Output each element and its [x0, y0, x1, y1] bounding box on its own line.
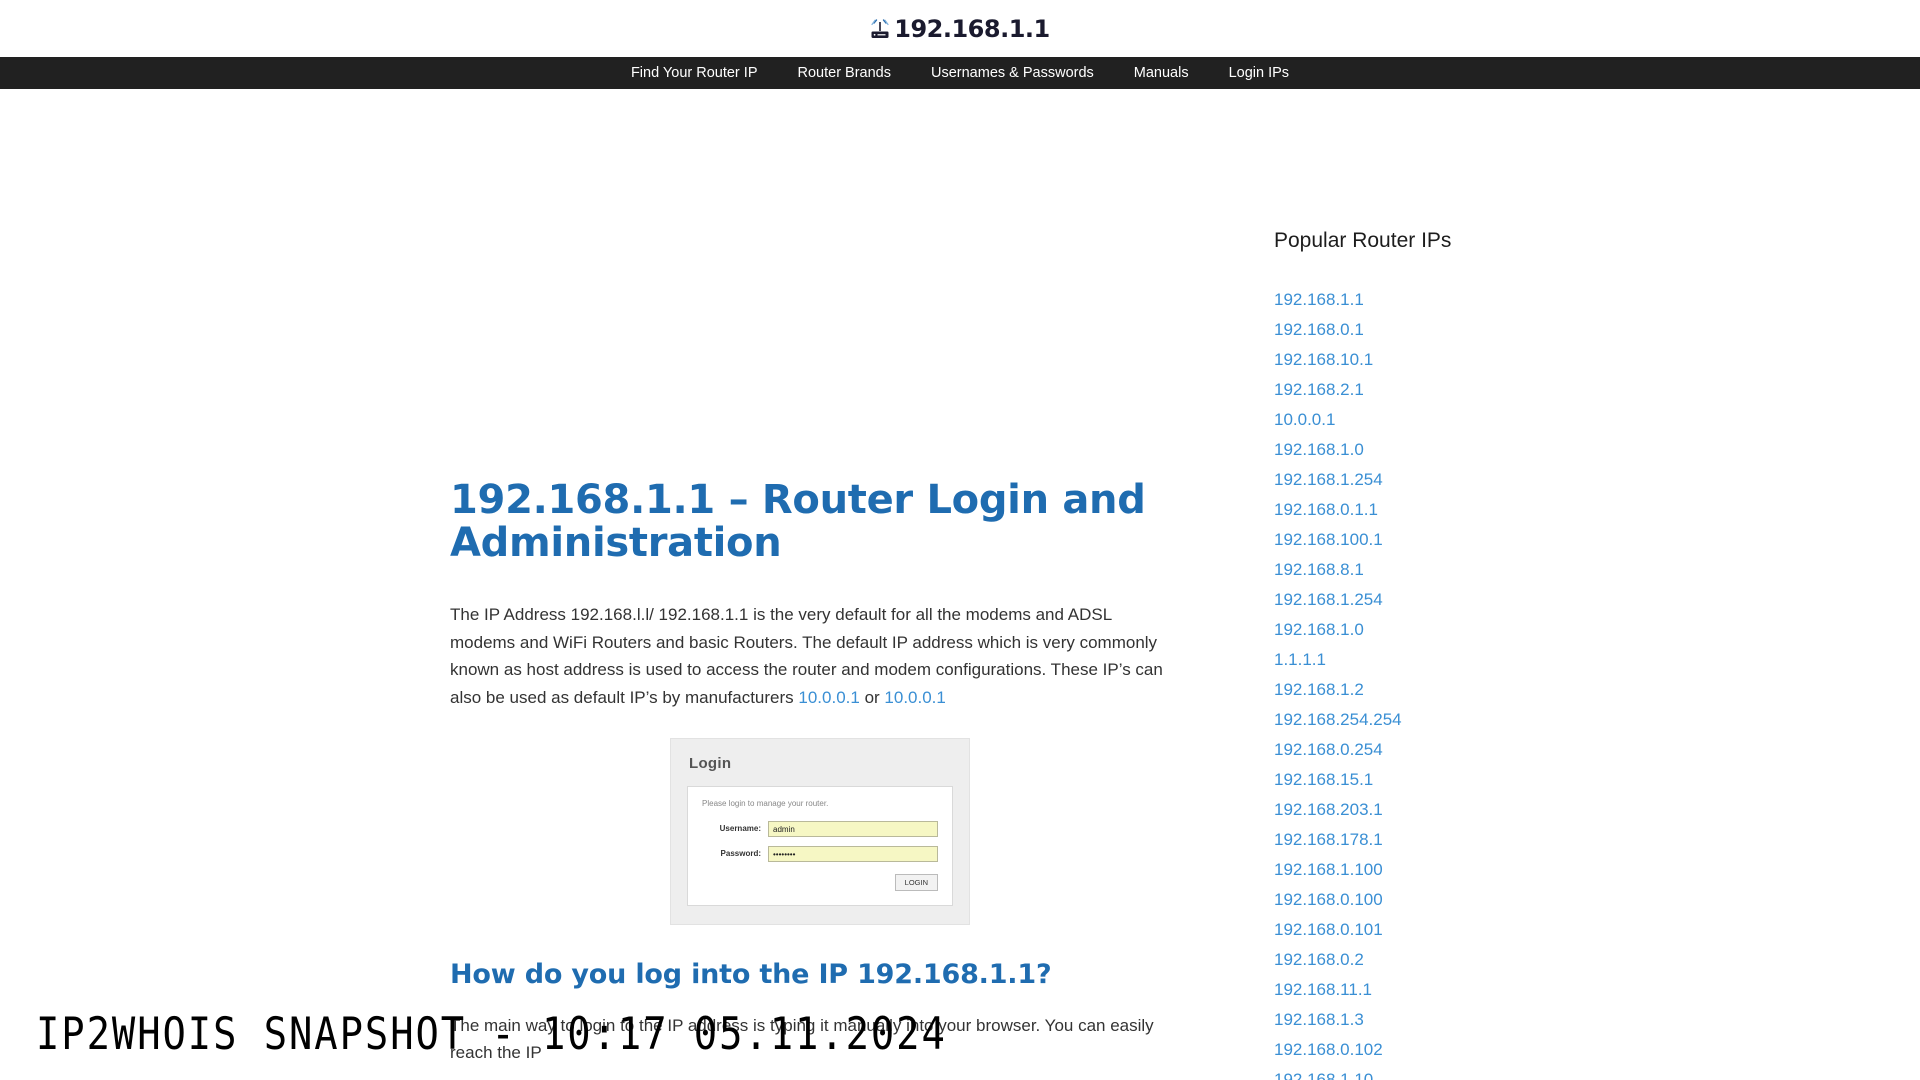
sidebar-ip-link[interactable]: 192.168.1.0	[1274, 615, 1920, 645]
list-item: 192.168.0.254	[1274, 735, 1920, 765]
sidebar-ip-link[interactable]: 192.168.0.2	[1274, 945, 1920, 975]
list-item: 192.168.1.2	[1274, 675, 1920, 705]
nav-item-usernames-passwords[interactable]: Usernames & Passwords	[911, 57, 1114, 89]
sidebar-ip-link[interactable]: 192.168.254.254	[1274, 705, 1920, 735]
list-item: 192.168.0.100	[1274, 885, 1920, 915]
list-item: 192.168.1.100	[1274, 855, 1920, 885]
inline-link-ip-2[interactable]: 10.0.0.1	[884, 688, 945, 707]
login-screenshot-username-input: admin	[768, 820, 938, 837]
popular-router-ip-list: 192.168.1.1 192.168.0.1 192.168.10.1 192…	[1274, 285, 1920, 1080]
sidebar-ip-link[interactable]: 192.168.2.1	[1274, 375, 1920, 405]
sidebar-ip-link[interactable]: 192.168.0.254	[1274, 735, 1920, 765]
list-item: 192.168.1.254	[1274, 585, 1920, 615]
login-screenshot-title: Login	[689, 754, 732, 772]
nav-item-router-brands[interactable]: Router Brands	[778, 57, 912, 89]
list-item: 192.168.15.1	[1274, 765, 1920, 795]
sidebar-title: Popular Router IPs	[1274, 229, 1452, 252]
list-item: 1.1.1.1	[1274, 645, 1920, 675]
login-screenshot-panel: Please login to manage your router. User…	[687, 785, 953, 906]
router-login-screenshot: Login Please login to manage your router…	[670, 737, 970, 925]
intro-paragraph: The IP Address 192.168.l.l/ 192.168.1.1 …	[450, 601, 1180, 711]
list-item: 192.168.203.1	[1274, 795, 1920, 825]
sidebar-ip-link[interactable]: 192.168.8.1	[1274, 555, 1920, 585]
list-item: 192.168.1.10	[1274, 1065, 1920, 1080]
login-screenshot-submit-button: LOGIN	[894, 873, 938, 891]
login-screenshot-username-label: Username:	[719, 824, 761, 833]
sidebar-ip-link[interactable]: 192.168.1.2	[1274, 675, 1920, 705]
sidebar-ip-link[interactable]: 192.168.0.1.1	[1274, 495, 1920, 525]
login-screenshot-hint: Please login to manage your router.	[702, 798, 829, 808]
list-item: 192.168.100.1	[1274, 525, 1920, 555]
article-column: 192.168.1.1 – Router Login and Administr…	[0, 89, 1270, 1080]
login-screenshot-username-row: Username: admin	[702, 820, 938, 837]
site-header: 192.168.1.1	[0, 0, 1920, 57]
list-item: 192.168.254.254	[1274, 705, 1920, 735]
intro-text-part-2: or	[859, 687, 885, 707]
sidebar-ip-link[interactable]: 192.168.1.1	[1274, 285, 1920, 315]
sidebar-ip-link[interactable]: 10.0.0.1	[1274, 405, 1920, 435]
page-content: 192.168.1.1 – Router Login and Administr…	[0, 89, 1920, 1080]
list-item: 192.168.8.1	[1274, 555, 1920, 585]
list-item: 192.168.178.1	[1274, 825, 1920, 855]
sidebar-ip-link[interactable]: 192.168.1.3	[1274, 1005, 1920, 1035]
sidebar-ip-link[interactable]: 192.168.178.1	[1274, 825, 1920, 855]
sidebar-ip-link[interactable]: 1.1.1.1	[1274, 645, 1920, 675]
sidebar: Popular Router IPs 192.168.1.1 192.168.0…	[1270, 89, 1920, 1080]
list-item: 192.168.0.102	[1274, 1035, 1920, 1065]
sidebar-ip-link[interactable]: 192.168.1.254	[1274, 465, 1920, 495]
page-root: 192.168.1.1 Find Your Router IP Router B…	[0, 0, 1920, 1080]
login-screenshot-password-row: Password: ••••••••	[702, 845, 938, 862]
nav-item-manuals[interactable]: Manuals	[1114, 57, 1209, 89]
router-icon	[870, 18, 890, 40]
list-item: 192.168.2.1	[1274, 375, 1920, 405]
sidebar-ip-link[interactable]: 192.168.1.100	[1274, 855, 1920, 885]
main-navigation: Find Your Router IP Router Brands Userna…	[0, 57, 1920, 89]
sidebar-ip-link[interactable]: 192.168.1.10	[1274, 1065, 1920, 1080]
list-item: 192.168.0.101	[1274, 915, 1920, 945]
sidebar-ip-link[interactable]: 192.168.203.1	[1274, 795, 1920, 825]
sidebar-ip-link[interactable]: 192.168.1.0	[1274, 435, 1920, 465]
site-logo[interactable]: 192.168.1.1	[870, 14, 1050, 43]
sidebar-ip-link[interactable]: 192.168.0.101	[1274, 915, 1920, 945]
sidebar-ip-link[interactable]: 192.168.0.1	[1274, 315, 1920, 345]
list-item: 10.0.0.1	[1274, 405, 1920, 435]
section-paragraph: The main way to login to the IP address …	[450, 1015, 1154, 1063]
site-logo-text: 192.168.1.1	[894, 14, 1050, 43]
section-title-how-to-login: How do you log into the IP 192.168.1.1?	[450, 958, 1052, 990]
sidebar-ip-link[interactable]: 192.168.15.1	[1274, 765, 1920, 795]
sidebar-ip-link[interactable]: 192.168.0.100	[1274, 885, 1920, 915]
nav-items: Find Your Router IP Router Brands Userna…	[611, 57, 1309, 89]
sidebar-ip-link[interactable]: 192.168.11.1	[1274, 975, 1920, 1005]
list-item: 192.168.0.1.1	[1274, 495, 1920, 525]
login-screenshot-button-row: LOGIN	[702, 873, 938, 891]
login-screenshot-password-input: ••••••••	[768, 845, 938, 862]
sidebar-ip-link[interactable]: 192.168.100.1	[1274, 525, 1920, 555]
list-item: 192.168.11.1	[1274, 975, 1920, 1005]
list-item: 192.168.1.1	[1274, 285, 1920, 315]
login-screenshot-frame: Login Please login to manage your router…	[670, 737, 970, 925]
sidebar-ip-link[interactable]: 192.168.1.254	[1274, 585, 1920, 615]
sidebar-ip-link[interactable]: 192.168.0.102	[1274, 1035, 1920, 1065]
list-item: 192.168.1.3	[1274, 1005, 1920, 1035]
inline-link-ip-1[interactable]: 10.0.0.1	[798, 688, 859, 707]
list-item: 192.168.1.0	[1274, 435, 1920, 465]
list-item: 192.168.0.2	[1274, 945, 1920, 975]
login-screenshot-password-label: Password:	[720, 849, 761, 858]
nav-item-find-your-router-ip[interactable]: Find Your Router IP	[611, 57, 778, 89]
list-item: 192.168.1.254	[1274, 465, 1920, 495]
page-title: 192.168.1.1 – Router Login and Administr…	[450, 477, 1146, 567]
nav-item-login-ips[interactable]: Login IPs	[1209, 57, 1309, 89]
list-item: 192.168.0.1	[1274, 315, 1920, 345]
list-item: 192.168.1.0	[1274, 615, 1920, 645]
sidebar-ip-link[interactable]: 192.168.10.1	[1274, 345, 1920, 375]
list-item: 192.168.10.1	[1274, 345, 1920, 375]
